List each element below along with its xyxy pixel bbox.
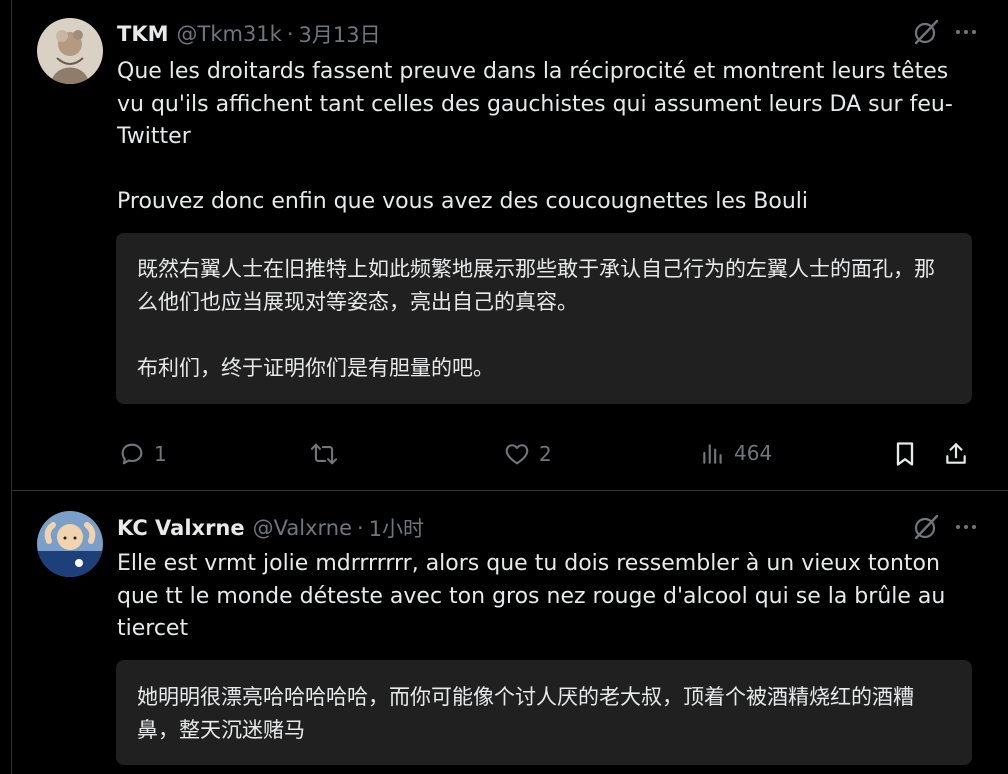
views-button[interactable]: 464 [700, 440, 772, 466]
like-count: 2 [539, 442, 552, 466]
reply-icon [118, 440, 146, 468]
separator: · [286, 22, 294, 46]
avatar[interactable] [37, 511, 103, 577]
tweet-top-actions [912, 18, 978, 46]
tweet[interactable]: KC Valxrne @Valxrne · 1小时 Elle est vrmt … [12, 491, 1008, 774]
timestamp[interactable]: 3月13日 [299, 19, 381, 49]
like-button[interactable]: 2 [503, 440, 552, 468]
tweet-header: KC Valxrne @Valxrne · 1小时 [117, 511, 424, 545]
retweet-icon [309, 440, 339, 468]
timestamp[interactable]: 1小时 [369, 513, 424, 543]
author-handle[interactable]: @Valxrne [253, 516, 352, 540]
translation-box: 她明明很漂亮哈哈哈哈哈，而你可能像个讨人厌的老大叔，顶着个被酒精烧红的酒糟鼻，整… [116, 660, 972, 765]
tweet-text: Elle est vrmt jolie mdrrrrrrr, alors que… [117, 551, 953, 641]
author-name[interactable]: KC Valxrne [117, 516, 245, 540]
bookmark-icon [892, 440, 918, 468]
action-bar: 1 2 464 [116, 440, 972, 470]
avatar[interactable] [37, 18, 103, 84]
reply-button[interactable]: 1 [118, 440, 167, 468]
more-icon[interactable] [954, 20, 978, 44]
share-icon [943, 440, 969, 468]
tweet-header: TKM @Tkm31k · 3月13日 [117, 17, 381, 51]
like-icon [503, 440, 531, 468]
author-name[interactable]: TKM [117, 22, 169, 46]
views-count: 464 [734, 441, 773, 465]
more-icon[interactable] [954, 515, 978, 539]
tweet-top-actions [912, 513, 978, 541]
grok-icon[interactable] [912, 18, 940, 46]
tweet-text: Que les droitards fassent preuve dans la… [117, 59, 953, 214]
translation-box: 既然右翼人士在旧推特上如此频繁地展示那些敢于承认自己行为的左翼人士的面孔，那么他… [116, 233, 972, 404]
reply-count: 1 [154, 442, 167, 466]
retweet-button[interactable] [309, 440, 347, 468]
tweet[interactable]: TKM @Tkm31k · 3月13日 Que les droitards fa… [12, 0, 1008, 490]
share-button[interactable] [943, 440, 969, 468]
views-icon [700, 440, 726, 466]
separator: · [357, 516, 364, 540]
author-handle[interactable]: @Tkm31k [177, 22, 282, 46]
timeline: TKM @Tkm31k · 3月13日 Que les droitards fa… [0, 0, 1008, 774]
grok-icon[interactable] [912, 513, 940, 541]
bookmark-button[interactable] [892, 440, 918, 468]
